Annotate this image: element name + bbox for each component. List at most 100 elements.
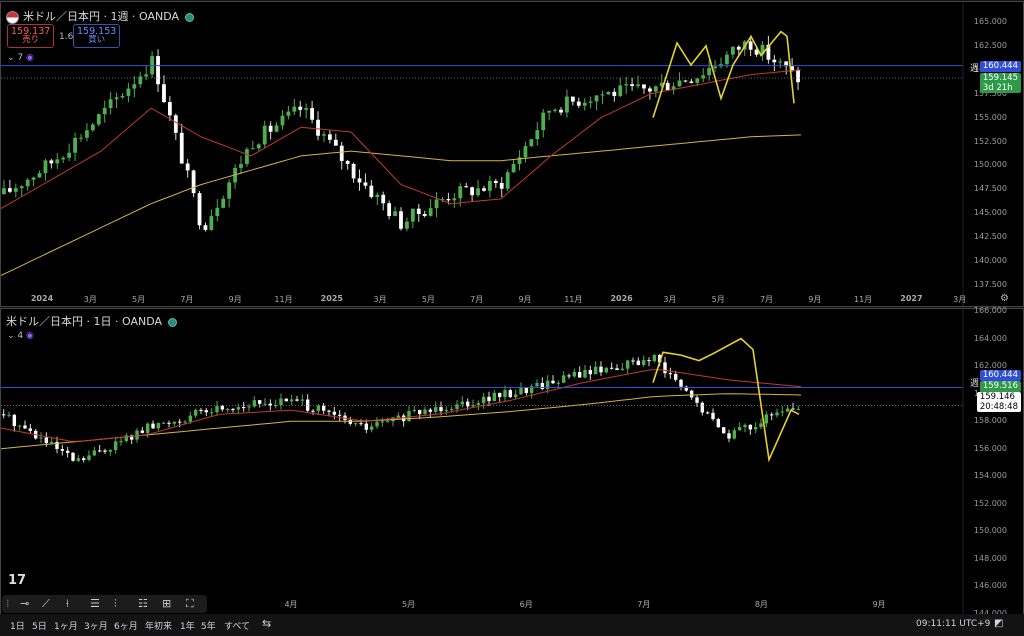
- candle-body: [791, 408, 795, 410]
- x-tick-label: 2027: [900, 294, 923, 303]
- candle-body: [199, 409, 203, 411]
- range-5d[interactable]: 5日: [32, 619, 47, 632]
- settings-gear-icon[interactable]: ⚙: [1000, 293, 1009, 304]
- parallel-channel-tool-icon[interactable]: ☰: [90, 597, 100, 610]
- range-6m[interactable]: 6ヶ月: [114, 619, 138, 632]
- bar-clock: 20:48:48: [979, 402, 1018, 412]
- candle-body: [737, 427, 742, 431]
- candle-body: [300, 399, 305, 401]
- market-open-dot-icon: [185, 12, 194, 22]
- horizontal-line-tool-icon[interactable]: ⊸: [20, 597, 29, 610]
- weekly-chart-svg[interactable]: [1, 2, 1023, 306]
- candle-body: [679, 379, 683, 387]
- candle-body: [316, 119, 320, 136]
- goto-date-icon[interactable]: ⇆: [262, 617, 271, 630]
- candle-body: [177, 421, 182, 423]
- candle-body: [405, 221, 409, 229]
- x-tick-label: 3月: [953, 295, 967, 304]
- x-tick-label: 7月: [180, 295, 194, 304]
- candle-body: [43, 160, 48, 174]
- candle-body: [759, 423, 763, 428]
- range-5y[interactable]: 5年: [201, 619, 216, 632]
- candle-body: [683, 80, 688, 82]
- range-3m[interactable]: 3ヶ月: [84, 619, 108, 632]
- candle-body: [399, 211, 403, 229]
- candle-body: [753, 427, 758, 430]
- sell-label: 売り: [22, 35, 40, 45]
- candle-body: [535, 130, 540, 140]
- y-tick-label: 150.000: [973, 160, 1007, 170]
- candle-body: [556, 382, 561, 384]
- candle-body: [332, 411, 337, 415]
- candle-body: [183, 421, 187, 423]
- utc-clock[interactable]: 09:11:11 UTC+9: [916, 619, 990, 629]
- candle-body: [653, 86, 658, 92]
- sell-button[interactable]: 159.137 売り: [7, 24, 55, 48]
- candle-body: [49, 160, 54, 164]
- candle-body: [769, 414, 774, 416]
- indicators-toggle-daily[interactable]: ⌄ 4 ◉: [7, 331, 34, 341]
- candle-body: [535, 383, 539, 387]
- hline-price-daily: 160.444: [982, 370, 1018, 380]
- daily-chart-svg[interactable]: [1, 309, 1023, 614]
- candle-body: [304, 108, 309, 110]
- candle-body: [582, 102, 587, 106]
- candle-body: [588, 101, 593, 103]
- range-ytd[interactable]: 年初来: [145, 619, 172, 632]
- grid-tool-icon[interactable]: ⊞: [162, 597, 171, 610]
- candle-body: [647, 360, 651, 362]
- screenshot-icon[interactable]: ◩: [994, 618, 1003, 629]
- daily-chart-pane[interactable]: 米ドル／日本円 · 1日 · OANDA ⌄ 4 ◉ 166.000 164.00…: [0, 306, 1024, 618]
- hline-price-tag: 160.444: [979, 61, 1021, 72]
- range-1d[interactable]: 1日: [10, 619, 25, 632]
- candle-body: [369, 426, 374, 430]
- x-tick-label: 2025: [320, 294, 343, 303]
- candle-body: [615, 368, 619, 370]
- x-tick-label: 11月: [854, 295, 873, 304]
- candle-body: [565, 96, 569, 113]
- range-1y[interactable]: 1年: [180, 619, 195, 632]
- candle-body: [114, 97, 119, 100]
- candle-body: [796, 408, 801, 410]
- fib-tool-icon[interactable]: ⫶: [114, 597, 117, 611]
- candle-body: [85, 130, 89, 138]
- candle-body: [519, 387, 523, 395]
- candle-body: [49, 441, 54, 444]
- candle-body: [497, 392, 502, 397]
- indicators-toggle[interactable]: ⌄ 7 ◉: [7, 53, 34, 63]
- indicator-settings-icon[interactable]: ◉: [26, 331, 34, 341]
- candle-body: [92, 450, 97, 456]
- x-tick-label: 7月: [759, 295, 774, 304]
- drag-handle-icon[interactable]: ⁞: [6, 597, 10, 610]
- candle-body: [487, 396, 491, 402]
- candle-body: [641, 360, 646, 366]
- candle-body: [624, 84, 629, 86]
- range-all[interactable]: すべて: [224, 619, 250, 632]
- trend-line-tool-icon[interactable]: ⟋: [42, 597, 50, 611]
- candle-body: [600, 94, 605, 96]
- x-tick-label: 7月: [637, 600, 651, 609]
- drawing-toolbar: ⁞ ⊸ ⟋ ⟊ ☰ ⫶ ☷ ⊞ ⛶: [2, 595, 207, 613]
- candle-body: [161, 422, 166, 424]
- buy-button[interactable]: 159.153 買い: [73, 24, 121, 48]
- range-1m[interactable]: 1ヶ月: [54, 619, 78, 632]
- candle-body: [652, 354, 657, 362]
- candle-body: [778, 61, 783, 63]
- indicator-count-daily: 4: [17, 331, 24, 341]
- candle-body: [245, 149, 249, 165]
- vertical-line-tool-icon[interactable]: ⟊: [66, 597, 69, 611]
- candle-body: [446, 199, 451, 201]
- rectangle-tool-icon[interactable]: ⛶: [186, 597, 194, 611]
- candle-body: [636, 360, 641, 366]
- weekly-chart-pane[interactable]: 米ドル／日本円 · 1週 · OANDA 159.137 売り 1.6 159.…: [0, 1, 1024, 307]
- candle-body: [263, 403, 267, 405]
- candle-body: [284, 398, 289, 402]
- candle-body: [203, 225, 208, 230]
- candle-body: [381, 194, 386, 204]
- candle-body: [772, 59, 777, 63]
- indicator-settings-icon[interactable]: ◉: [26, 53, 34, 63]
- candle-body: [663, 362, 667, 374]
- x-tick-label: 3月: [83, 295, 97, 304]
- pitchfork-tool-icon[interactable]: ☷: [138, 597, 148, 610]
- candle-body: [156, 423, 161, 429]
